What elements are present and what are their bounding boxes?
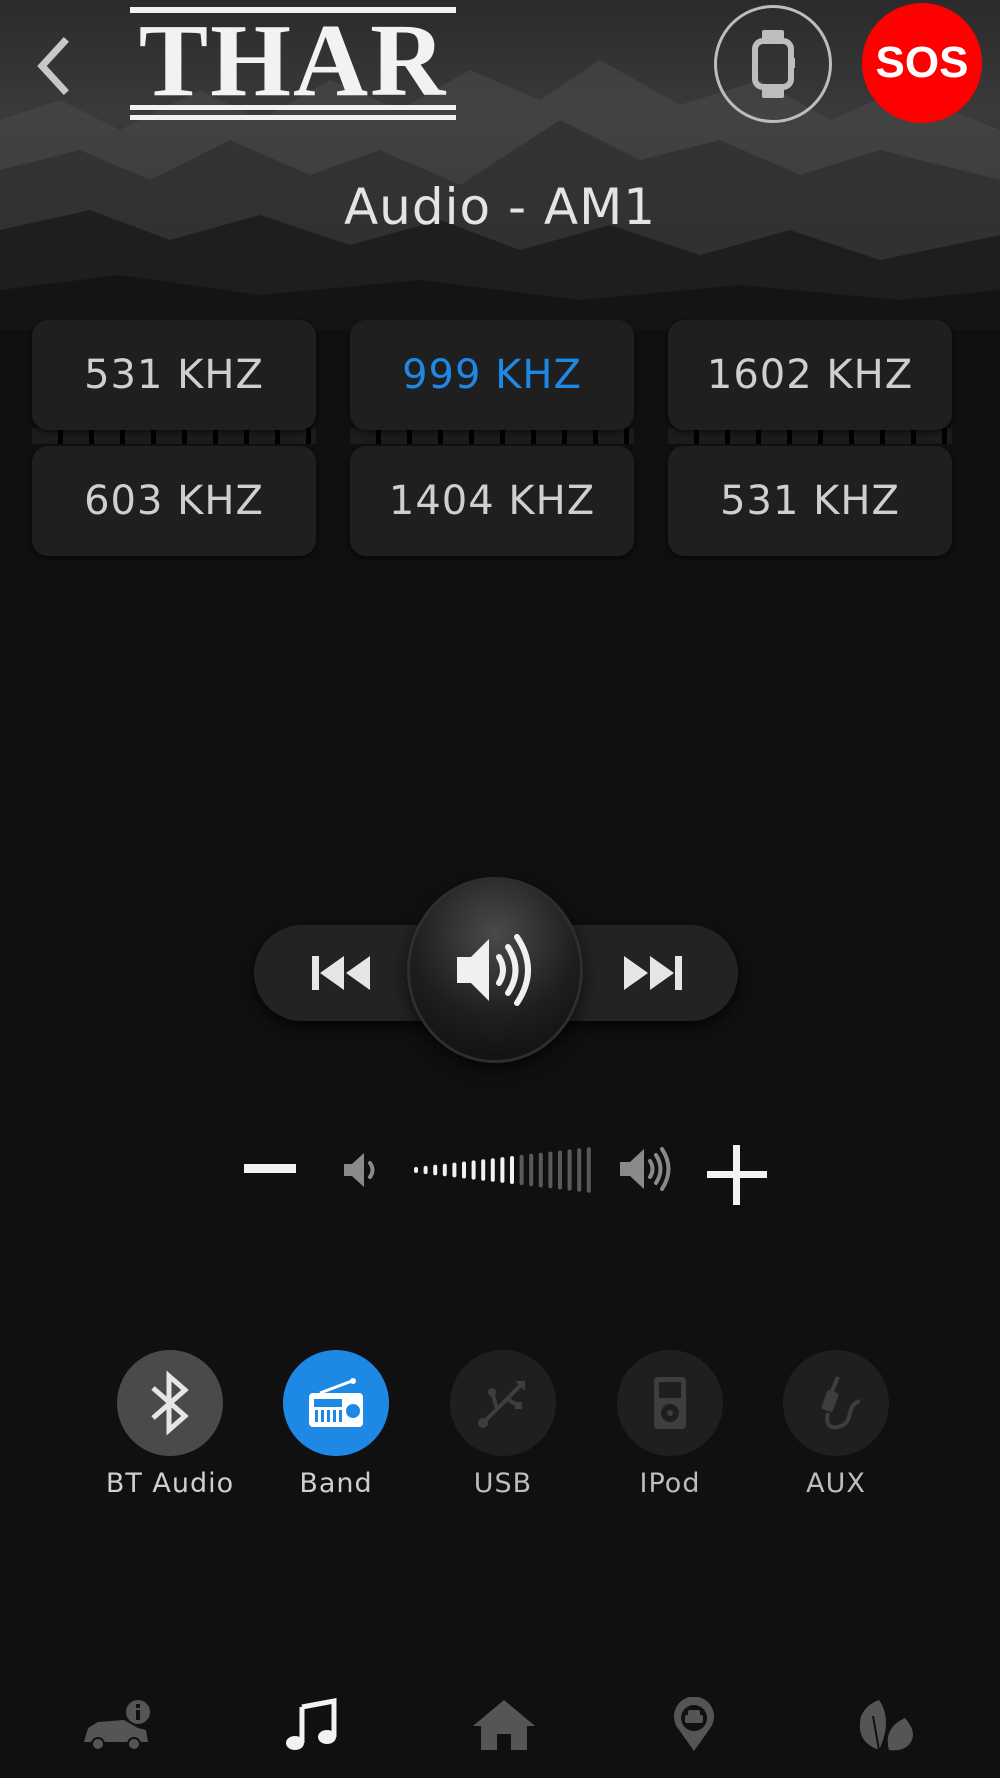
- volume-bar: [481, 1159, 486, 1181]
- nav-vehicle-info[interactable]: [80, 1690, 160, 1760]
- vehicle-info-icon: [84, 1700, 150, 1751]
- chevron-left-icon: [37, 37, 69, 95]
- source-label: AUX: [806, 1468, 866, 1499]
- source-label: USB: [473, 1468, 533, 1499]
- skip-next-icon: [624, 956, 682, 990]
- source-label: IPod: [639, 1468, 701, 1499]
- sos-button[interactable]: SOS: [862, 3, 982, 123]
- volume-bar: [558, 1150, 562, 1190]
- preset-button-1[interactable]: 531 KHZ: [32, 320, 316, 430]
- source-label: BT Audio: [105, 1468, 235, 1499]
- previous-track-button[interactable]: [310, 950, 374, 996]
- volume-bar: [510, 1156, 514, 1184]
- ipod-icon: [654, 1377, 686, 1429]
- preset-button-6[interactable]: 531 KHZ: [668, 446, 952, 556]
- source-label: Band: [299, 1468, 373, 1499]
- next-track-button[interactable]: [620, 950, 684, 996]
- volume-bar: [423, 1165, 428, 1175]
- source-icon-circle: [617, 1350, 723, 1456]
- speaker-volume-icon: [457, 934, 531, 1006]
- volume-bar: [577, 1148, 582, 1192]
- nav-car-location[interactable]: [654, 1690, 734, 1760]
- mute-toggle-button[interactable]: [410, 880, 580, 1060]
- audio-source-selector: BT Audio Band USB IPod AUX: [0, 1350, 1000, 1510]
- volume-bar: [586, 1147, 591, 1193]
- usb-icon: [478, 1381, 525, 1428]
- bluetooth-icon: [151, 1370, 189, 1436]
- preset-grid: 531 KHZ 999 KHZ 1602 KHZ 603 KHZ 1404 KH…: [0, 318, 1000, 558]
- source-icon-circle: [450, 1350, 556, 1456]
- radio-icon: [309, 1378, 363, 1427]
- source-ipod[interactable]: IPod: [595, 1350, 745, 1499]
- plus-icon: [707, 1145, 767, 1205]
- source-aux[interactable]: AUX: [761, 1350, 911, 1499]
- svg-text:THAR: THAR: [139, 5, 447, 118]
- source-usb[interactable]: USB: [428, 1350, 578, 1499]
- volume-bar: [490, 1158, 495, 1182]
- preset-button-3[interactable]: 1602 KHZ: [668, 320, 952, 430]
- thar-logo: THAR: [128, 3, 458, 123]
- volume-bar: [442, 1163, 447, 1177]
- nav-eco[interactable]: [846, 1690, 926, 1760]
- skip-previous-icon: [312, 956, 370, 990]
- preset-button-5[interactable]: 1404 KHZ: [350, 446, 634, 556]
- home-icon: [473, 1700, 535, 1750]
- smartwatch-button[interactable]: [714, 5, 832, 123]
- volume-up-button[interactable]: [704, 1142, 770, 1208]
- page-title: Audio - AM1: [343, 178, 657, 236]
- preset-grille: [32, 428, 316, 444]
- volume-down-button[interactable]: [244, 1164, 296, 1173]
- eco-leaf-icon: [859, 1700, 913, 1751]
- source-band[interactable]: Band: [261, 1350, 411, 1499]
- volume-bar: [462, 1161, 466, 1179]
- back-button[interactable]: [30, 30, 80, 100]
- volume-low-icon: [342, 1150, 386, 1190]
- source-icon-circle: [783, 1350, 889, 1456]
- bottom-navigation: [0, 1690, 1000, 1778]
- source-icon-circle: [283, 1350, 389, 1456]
- volume-bar: [519, 1154, 524, 1186]
- preset-grille: [668, 428, 952, 444]
- volume-bar: [452, 1162, 457, 1178]
- car-location-pin-icon: [674, 1697, 714, 1751]
- source-bt-audio[interactable]: BT Audio: [95, 1350, 245, 1499]
- nav-music[interactable]: [272, 1690, 352, 1760]
- aux-cable-icon: [821, 1376, 861, 1430]
- volume-bar: [548, 1151, 553, 1189]
- volume-bar: [433, 1164, 438, 1176]
- preset-button-2[interactable]: 999 KHZ: [350, 320, 634, 430]
- volume-bar: [567, 1149, 572, 1191]
- preset-grille: [350, 428, 634, 444]
- volume-bar: [538, 1152, 543, 1188]
- volume-level-slider[interactable]: [410, 1146, 600, 1194]
- nav-home[interactable]: [464, 1690, 544, 1760]
- volume-high-icon: [618, 1144, 678, 1194]
- smartwatch-icon: [752, 30, 795, 98]
- source-icon-circle: [117, 1350, 223, 1456]
- preset-button-4[interactable]: 603 KHZ: [32, 446, 316, 556]
- music-note-icon: [286, 1697, 337, 1750]
- volume-bar: [414, 1167, 418, 1173]
- volume-bar: [500, 1157, 505, 1183]
- volume-bar: [529, 1153, 534, 1187]
- volume-bar: [471, 1160, 476, 1180]
